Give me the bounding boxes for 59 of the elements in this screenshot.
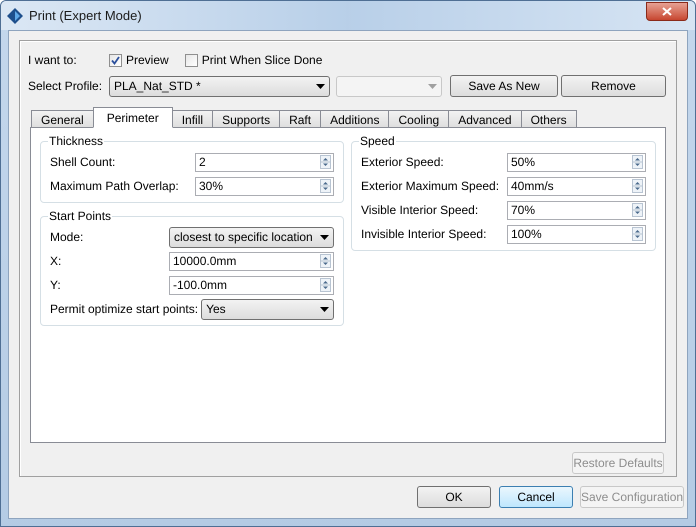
- profile-dropdown[interactable]: PLA_Nat_STD *: [109, 76, 330, 96]
- checkbox[interactable]: [184, 54, 198, 66]
- field-label: Shell Count:: [50, 154, 116, 171]
- close-icon: [662, 6, 672, 16]
- spinner-arrows-icon[interactable]: [320, 155, 331, 169]
- tab[interactable]: Supports: [212, 110, 280, 128]
- group-title: Start Points: [48, 208, 112, 225]
- spinner-arrows-icon[interactable]: [632, 155, 643, 169]
- option-label: Select Profile:: [28, 78, 104, 95]
- field-label: Mode:: [50, 229, 84, 246]
- field-label: Maximum Path Overlap:: [50, 178, 180, 195]
- dialog-button[interactable]: Remove: [561, 75, 666, 97]
- tab[interactable]: Others: [520, 110, 577, 128]
- spinner-arrows-icon[interactable]: [320, 179, 331, 193]
- group-title: Speed: [359, 133, 396, 150]
- field-label: Permit optimize start points:: [50, 301, 200, 318]
- option-label: I want to:: [28, 52, 78, 69]
- number-field[interactable]: 40mm/s: [507, 176, 646, 196]
- spinner-arrows-icon[interactable]: [320, 278, 331, 292]
- number-field[interactable]: 10000.0mm: [169, 252, 334, 270]
- number-field[interactable]: 30%: [195, 176, 334, 196]
- number-field[interactable]: 100%: [507, 224, 646, 244]
- tab[interactable]: General: [31, 110, 94, 128]
- checkbox-label: Preview: [126, 52, 169, 69]
- checkbox-label: Print When Slice Done: [202, 52, 322, 69]
- dialog-button[interactable]: OK: [417, 486, 491, 508]
- caret-icon: [320, 306, 329, 312]
- field-label: Invisible Interior Speed:: [361, 226, 488, 243]
- field-label: Exterior Maximum Speed:: [361, 178, 500, 195]
- spinner-arrows-icon[interactable]: [632, 179, 643, 193]
- caret-icon: [428, 84, 437, 88]
- number-field[interactable]: 2: [195, 152, 334, 172]
- tab[interactable]: Raft: [279, 110, 322, 128]
- spinner-arrows-icon[interactable]: [320, 254, 331, 268]
- group-title: Thickness: [48, 133, 104, 150]
- field-label: Y:: [50, 277, 62, 294]
- checkmark-icon: [111, 56, 120, 64]
- dialog-button[interactable]: Save As New: [450, 75, 558, 97]
- spinner-arrows-icon[interactable]: [632, 227, 643, 241]
- window-title: Print (Expert Mode): [29, 6, 142, 25]
- tab[interactable]: Additions: [320, 110, 390, 128]
- tab[interactable]: Cooling: [388, 110, 450, 128]
- number-field[interactable]: 50%: [507, 152, 646, 172]
- close-button[interactable]: [646, 2, 688, 20]
- checkbox[interactable]: [109, 54, 122, 66]
- field-label: Exterior Speed:: [361, 154, 445, 171]
- dropdown[interactable]: closest to specific location: [169, 226, 334, 248]
- caret-icon: [316, 84, 325, 88]
- number-field[interactable]: -100.0mm: [169, 276, 334, 294]
- tab[interactable]: Perimeter: [92, 107, 173, 128]
- field-label: Visible Interior Speed:: [361, 202, 480, 219]
- tab[interactable]: Advanced: [448, 110, 522, 128]
- dialog-button[interactable]: Cancel: [499, 486, 573, 508]
- app-logo-icon: [7, 8, 23, 24]
- number-field[interactable]: 70%: [507, 200, 646, 220]
- spinner-arrows-icon[interactable]: [632, 203, 643, 217]
- caret-icon: [320, 234, 329, 240]
- field-label: X:: [50, 253, 62, 270]
- dropdown[interactable]: Yes: [201, 298, 334, 320]
